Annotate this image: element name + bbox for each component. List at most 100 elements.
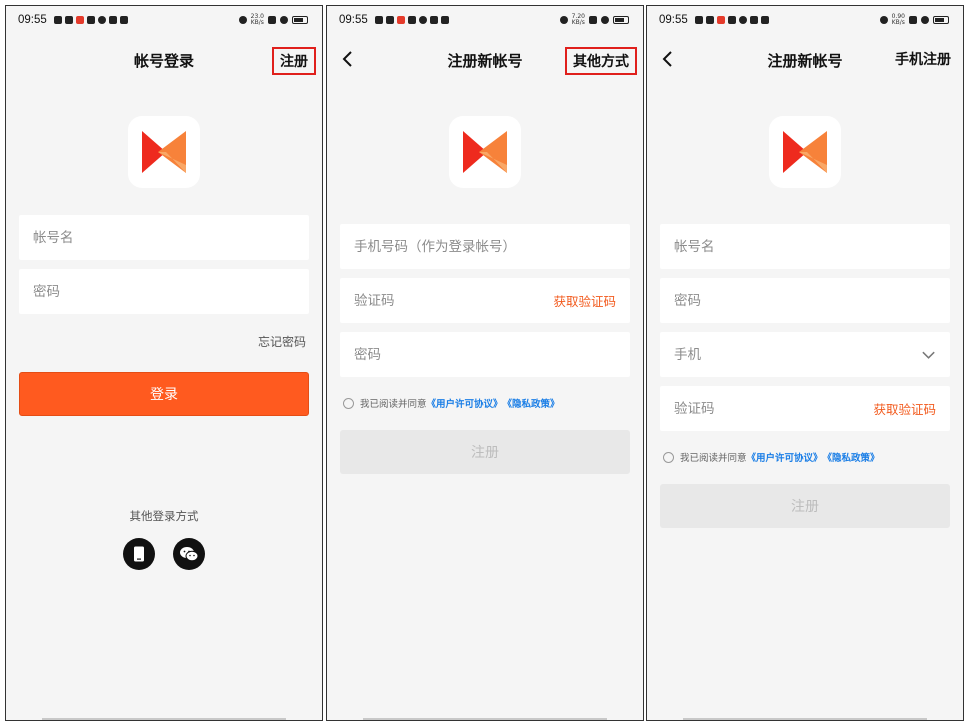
phone-icon (134, 546, 144, 562)
register-button[interactable]: 注册 (660, 484, 950, 528)
warning-icon (760, 16, 769, 24)
crown-icon (108, 16, 117, 24)
sim-icon (909, 16, 917, 24)
verification-code-field[interactable]: 获取验证码 (340, 278, 630, 323)
page-title: 注册新帐号 (767, 51, 843, 70)
chevron-down-icon[interactable] (921, 350, 936, 360)
app-logo-icon (783, 131, 827, 173)
compass-icon (97, 16, 106, 24)
agreement-row: 我已阅读并同意 《用户许可协议》 《隐私政策》 (663, 450, 963, 464)
sim-icon (268, 16, 276, 24)
page-title: 帐号登录 (133, 51, 194, 70)
phone-select-field[interactable] (660, 332, 950, 377)
status-time: 09:55 (18, 14, 47, 26)
privacy-policy-link[interactable]: 《隐私政策》 (823, 450, 880, 464)
other-login-options (6, 538, 322, 570)
username-field[interactable] (660, 224, 950, 269)
phone-field[interactable] (340, 224, 630, 269)
agreement-row: 我已阅读并同意 《用户许可协议》 《隐私政策》 (343, 396, 643, 410)
app-logo (449, 116, 521, 188)
app-logo-icon (463, 131, 507, 173)
other-login-label: 其他登录方式 (129, 509, 199, 523)
nav-bar: 注册新帐号 其他方式 (327, 34, 643, 86)
password-field[interactable] (340, 332, 630, 377)
mail-icon (694, 16, 703, 24)
status-time: 09:55 (659, 14, 688, 26)
status-time: 09:55 (339, 14, 368, 26)
mail-icon (53, 16, 62, 24)
notification-icon (407, 16, 416, 24)
agree-checkbox[interactable] (343, 397, 354, 409)
other-method-link[interactable]: 其他方式 (565, 47, 637, 75)
home-indicator (363, 718, 607, 720)
phone-register-screen: 09:55 7.20 KB/s 注册新帐号 其他方式 手机号码（作为登录帐号） … (326, 5, 644, 721)
password-field[interactable] (660, 278, 950, 323)
login-button[interactable]: 登录 (19, 372, 309, 416)
username-field[interactable] (19, 215, 309, 260)
password-input[interactable] (33, 283, 295, 300)
user-agreement-link[interactable]: 《用户许可协议》 (747, 450, 823, 464)
privacy-policy-link[interactable]: 《隐私政策》 (503, 396, 560, 410)
network-speed: 7.20 KB/s (571, 13, 585, 26)
battery-icon (613, 16, 629, 24)
wechat-login-button[interactable] (173, 538, 205, 570)
sound-icon (705, 16, 714, 24)
verification-code-field[interactable]: 获取验证码 (660, 386, 950, 431)
warning-icon (119, 16, 128, 24)
status-bar: 09:55 7.20 KB/s (327, 6, 643, 34)
app-notification-icon (75, 16, 84, 24)
wechat-icon (180, 547, 199, 562)
notification-icon (86, 16, 95, 24)
battery-icon (933, 16, 949, 24)
phone-input[interactable] (354, 238, 616, 255)
wifi-icon (601, 16, 609, 24)
verification-code-input[interactable] (674, 400, 874, 417)
back-arrow-icon[interactable] (661, 50, 675, 68)
app-logo-icon (142, 131, 186, 173)
get-code-button[interactable]: 获取验证码 (873, 399, 936, 418)
status-bar: 09:55 23.0 KB/s (6, 6, 322, 34)
warning-icon (440, 16, 449, 24)
agree-text: 我已阅读并同意 (360, 399, 427, 410)
location-icon (559, 16, 568, 24)
location-icon (879, 16, 888, 24)
nav-bar: 注册新帐号 手机注册 (647, 34, 963, 86)
register-button[interactable]: 注册 (340, 430, 630, 474)
login-screen: 09:55 23.0 KB/s 帐号登录 注册 帐号名 忘记密码 登录 其他登录… (5, 5, 323, 721)
crown-icon (749, 16, 758, 24)
username-input[interactable] (674, 238, 936, 255)
mail-icon (374, 16, 383, 24)
battery-icon (292, 16, 308, 24)
user-agreement-link[interactable]: 《用户许可协议》 (427, 396, 503, 410)
crown-icon (429, 16, 438, 24)
register-link[interactable]: 注册 (272, 47, 316, 75)
notification-icon (727, 16, 736, 24)
phone-input[interactable] (674, 346, 921, 363)
wifi-icon (280, 16, 288, 24)
app-notification-icon (396, 16, 405, 24)
phone-register-link[interactable]: 手机注册 (889, 47, 957, 75)
password-input[interactable] (354, 346, 616, 363)
username-input[interactable] (33, 229, 295, 246)
app-notification-icon (716, 16, 725, 24)
network-speed: 0.90 KB/s (891, 13, 905, 26)
app-logo (128, 116, 200, 188)
password-input[interactable] (674, 292, 936, 309)
back-arrow-icon[interactable] (341, 50, 355, 68)
home-indicator (683, 718, 927, 720)
verification-code-input[interactable] (354, 292, 554, 309)
sound-icon (385, 16, 394, 24)
agree-checkbox[interactable] (663, 451, 674, 463)
agree-text: 我已阅读并同意 (680, 453, 747, 464)
nav-bar: 帐号登录 注册 (6, 34, 322, 86)
compass-icon (738, 16, 747, 24)
forgot-password-link[interactable]: 忘记密码 (6, 333, 306, 350)
password-field[interactable] (19, 269, 309, 314)
location-icon (238, 16, 247, 24)
wifi-icon (921, 16, 929, 24)
account-register-screen: 09:55 0.90 KB/s 注册新帐号 手机注册 帐号名 手机 验证码 获取… (646, 5, 964, 721)
get-code-button[interactable]: 获取验证码 (553, 291, 616, 310)
app-logo (769, 116, 841, 188)
phone-login-button[interactable] (123, 538, 155, 570)
page-title: 注册新帐号 (447, 51, 523, 70)
